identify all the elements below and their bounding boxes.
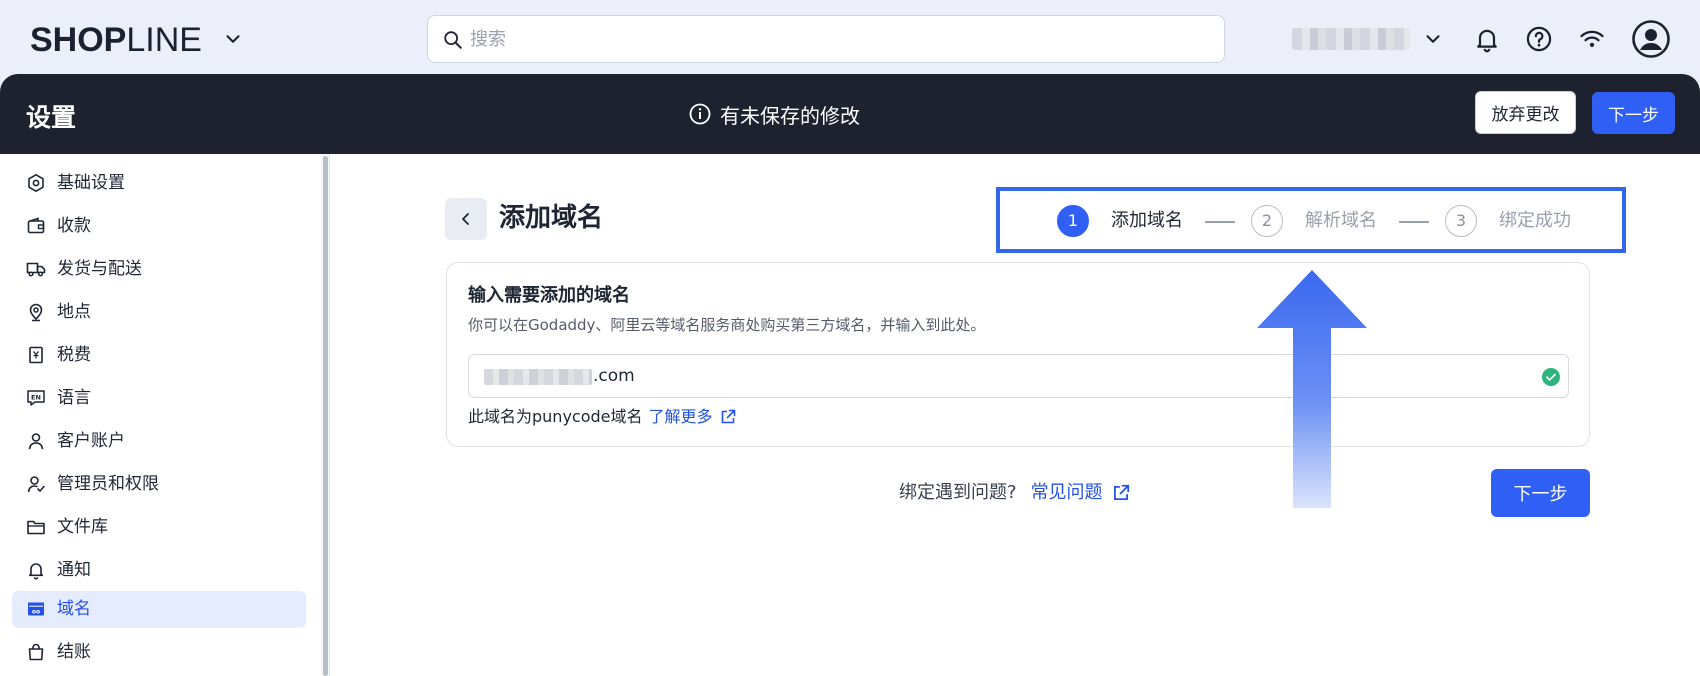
domain-input[interactable]: .com: [468, 354, 1569, 398]
sidebar-item-languages[interactable]: EN 语言: [12, 380, 306, 417]
sidebar-scrollbar-thumb[interactable]: [323, 156, 328, 676]
header-next-button[interactable]: 下一步: [1592, 92, 1675, 134]
location-pin-icon: [29, 303, 43, 322]
learn-more-link[interactable]: 了解更多: [649, 406, 713, 428]
info-icon: [689, 103, 711, 125]
folder-icon: [27, 520, 45, 535]
sidebar-item-label: 管理员和权限: [57, 474, 159, 494]
search-input[interactable]: [470, 24, 1170, 54]
language-en-icon: EN: [27, 390, 45, 406]
domain-name-redacted: [484, 369, 592, 385]
unsaved-changes-notice: 有未保存的修改: [688, 100, 860, 128]
sidebar-item-label: 结账: [57, 642, 91, 662]
domain-entry-card: 输入需要添加的域名 你可以在Godaddy、阿里云等域名服务商处购买第三方域名，…: [446, 262, 1590, 447]
avatar-icon[interactable]: [1632, 20, 1670, 58]
chevron-down-icon[interactable]: [222, 28, 244, 50]
help-text: 绑定遇到问题?: [899, 482, 1017, 503]
shopline-logo[interactable]: SHOPLINE: [30, 20, 202, 60]
sidebar-item-domains[interactable]: oo 域名: [12, 591, 306, 628]
back-button[interactable]: [445, 198, 487, 240]
step-3-label: 绑定成功: [1499, 210, 1571, 231]
sidebar-item-label: 收款: [57, 216, 91, 236]
sidebar-item-label: 语言: [57, 388, 91, 408]
chevron-left-icon: [462, 213, 469, 225]
sidebar-item-label: 通知: [57, 560, 91, 580]
help-icon[interactable]: [1525, 25, 1553, 53]
annotation-arrow-icon: [1257, 270, 1367, 508]
step-1-label: 添加域名: [1111, 210, 1183, 231]
help-row: 绑定遇到问题? 常见问题: [899, 481, 1131, 505]
faq-link[interactable]: 常见问题: [1031, 481, 1103, 505]
receipt-icon: [29, 346, 43, 364]
card-title: 输入需要添加的域名: [468, 285, 630, 306]
next-step-button[interactable]: 下一步: [1491, 469, 1590, 517]
card-description: 你可以在Godaddy、阿里云等域名服务商处购买第三方域名，并输入到此处。: [468, 316, 986, 334]
user-icon: [28, 433, 44, 450]
unsaved-text: 有未保存的修改: [720, 103, 860, 128]
domain-suffix: .com: [593, 366, 635, 386]
account-name-redacted[interactable]: [1292, 28, 1410, 50]
sidebar-item-label: 基础设置: [57, 173, 125, 193]
sidebar-item-locations[interactable]: 地点: [12, 294, 306, 331]
discard-changes-button[interactable]: 放弃更改: [1475, 91, 1576, 134]
chevron-down-icon[interactable]: [1422, 28, 1444, 50]
sidebar-item-notifications[interactable]: 通知: [12, 552, 306, 589]
bell-icon[interactable]: [1473, 25, 1501, 53]
external-link-icon[interactable]: [1111, 483, 1131, 503]
sidebar-item-label: 文件库: [57, 517, 108, 537]
domain-icon: oo: [28, 602, 44, 616]
punycode-note: 此域名为punycode域名 了解更多: [468, 406, 737, 428]
brand-thin: LINE: [126, 21, 202, 59]
sidebar-item-label: 地点: [57, 302, 91, 322]
progress-stepper: 1 添加域名 2 解析域名 3 绑定成功: [996, 187, 1626, 253]
wallet-icon: [27, 217, 45, 234]
check-circle-icon: [1542, 368, 1560, 386]
truck-icon: [26, 262, 46, 277]
step-connector: [1205, 221, 1235, 223]
brand-bold: SHOP: [30, 21, 127, 59]
punycode-text: 此域名为punycode域名: [468, 407, 643, 426]
settings-header: 设置 有未保存的修改 放弃更改 下一步: [0, 74, 1700, 154]
shopping-bag-icon: [28, 643, 44, 661]
external-link-icon[interactable]: [719, 408, 737, 426]
step-3-number: 3: [1445, 205, 1477, 237]
user-admin-icon: [27, 476, 45, 493]
top-bar: SHOPLINE: [0, 0, 1700, 78]
page-title: 添加域名: [499, 203, 604, 233]
step-2-label: 解析域名: [1305, 210, 1377, 231]
sidebar-item-shipping[interactable]: 发货与配送: [12, 251, 306, 288]
sidebar-item-payments[interactable]: 收款: [12, 208, 306, 245]
wifi-icon[interactable]: [1578, 25, 1606, 53]
sidebar-item-basic-settings[interactable]: 基础设置: [12, 165, 306, 202]
search-box: [427, 15, 1225, 63]
sidebar-item-customer-accounts[interactable]: 客户账户: [12, 423, 306, 460]
step-1-number: 1: [1057, 205, 1089, 237]
sidebar-item-label: 客户账户: [57, 431, 125, 451]
hexagon-gear-icon: [28, 174, 44, 192]
sidebar-item-admins-permissions[interactable]: 管理员和权限: [12, 466, 306, 503]
sidebar-item-label: 发货与配送: [57, 259, 142, 279]
sidebar-item-file-library[interactable]: 文件库: [12, 509, 306, 546]
sidebar-item-taxes[interactable]: 税费: [12, 337, 306, 374]
sidebar-item-label: 域名: [57, 599, 91, 619]
sidebar-item-checkout[interactable]: 结账: [12, 634, 306, 671]
sidebar-item-label: 税费: [57, 345, 91, 365]
svg-text:EN: EN: [31, 393, 41, 401]
search-icon: [444, 31, 462, 49]
svg-text:oo: oo: [32, 609, 40, 616]
step-2-number: 2: [1251, 205, 1283, 237]
step-connector: [1399, 221, 1429, 223]
page-section-title: 设置: [26, 103, 77, 132]
bell-icon: [28, 563, 44, 580]
